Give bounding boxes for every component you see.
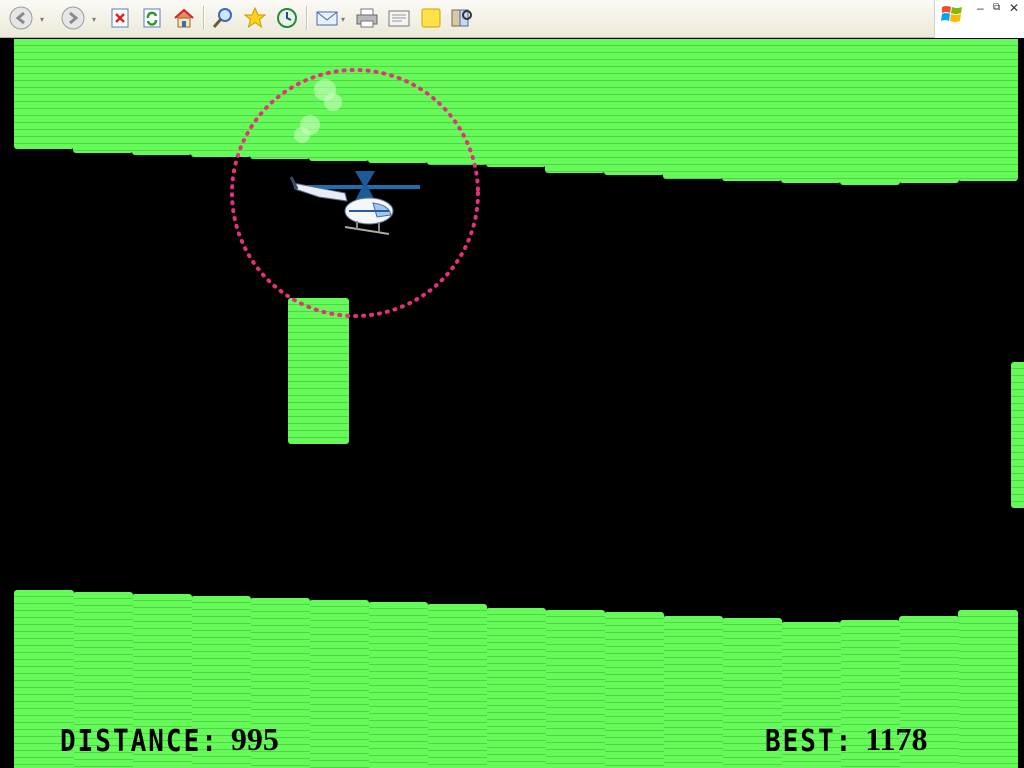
distance-value: 995 (230, 721, 279, 757)
floor-segment (958, 610, 1018, 768)
refresh-icon (143, 8, 161, 28)
star-icon (243, 6, 267, 29)
print-button[interactable] (354, 5, 380, 31)
game-canvas[interactable]: DISTANCE: 995 BEST: 1178 (14, 39, 1024, 768)
research-button[interactable] (449, 5, 475, 31)
ceiling-segment (545, 39, 605, 173)
floor-segment (427, 604, 487, 768)
search-icon (212, 8, 232, 28)
stop-icon (111, 8, 129, 28)
home-icon (174, 8, 194, 28)
history-icon (277, 8, 297, 28)
obstacle-block (1011, 362, 1024, 508)
floor-segment (368, 602, 428, 768)
close-button[interactable]: ✕ (1009, 1, 1019, 15)
ceiling-segment (663, 39, 723, 179)
floor-segment (486, 608, 546, 768)
back-button[interactable] (8, 5, 34, 31)
ceiling-segment (73, 39, 133, 153)
ceiling-segment (958, 39, 1018, 181)
ceiling-segment (132, 39, 192, 155)
windows-logo-icon (941, 6, 962, 22)
note-icon (421, 8, 441, 28)
floor-segment (604, 612, 664, 768)
ceiling-segment (840, 39, 900, 185)
ceiling-segment (604, 39, 664, 175)
mail-icon (316, 11, 338, 26)
ceiling-segment (14, 39, 74, 149)
history-button[interactable] (274, 5, 300, 31)
stop-button[interactable] (107, 5, 133, 31)
best-display: BEST: 1178 (765, 721, 928, 760)
mail-button[interactable] (314, 5, 340, 31)
best-label: BEST: (765, 724, 854, 760)
edit-button[interactable] (386, 5, 412, 31)
forward-arrow-icon (61, 6, 85, 30)
browser-toolbar: ▾ ▾ ▾ – ⧉ ✕ (0, 0, 1024, 38)
forward-button[interactable] (60, 5, 86, 31)
restore-button[interactable]: ⧉ (993, 1, 1000, 15)
ceiling-segment (722, 39, 782, 181)
favorites-button[interactable] (242, 5, 268, 31)
printer-icon (356, 8, 378, 28)
ceiling-segment (899, 39, 959, 183)
mail-dropdown-icon[interactable]: ▾ (341, 15, 345, 24)
back-arrow-icon (9, 6, 33, 30)
best-value: 1178 (865, 721, 928, 757)
floor-segment (545, 610, 605, 768)
distance-display: DISTANCE: 995 (60, 721, 279, 760)
refresh-button[interactable] (139, 5, 165, 31)
discuss-button[interactable] (418, 5, 444, 31)
edit-icon (388, 10, 410, 27)
window-controls: – ⧉ ✕ (934, 0, 1024, 38)
home-button[interactable] (171, 5, 197, 31)
forward-dropdown-icon[interactable]: ▾ (92, 15, 96, 24)
floor-segment (309, 600, 369, 768)
search-button[interactable] (210, 5, 236, 31)
ceiling-segment (781, 39, 841, 183)
floor-segment (663, 616, 723, 768)
helicopter (289, 171, 420, 235)
research-icon (451, 9, 472, 27)
minimize-button[interactable]: – (977, 1, 984, 15)
back-dropdown-icon[interactable]: ▾ (40, 15, 44, 24)
distance-label: DISTANCE: (60, 724, 219, 760)
